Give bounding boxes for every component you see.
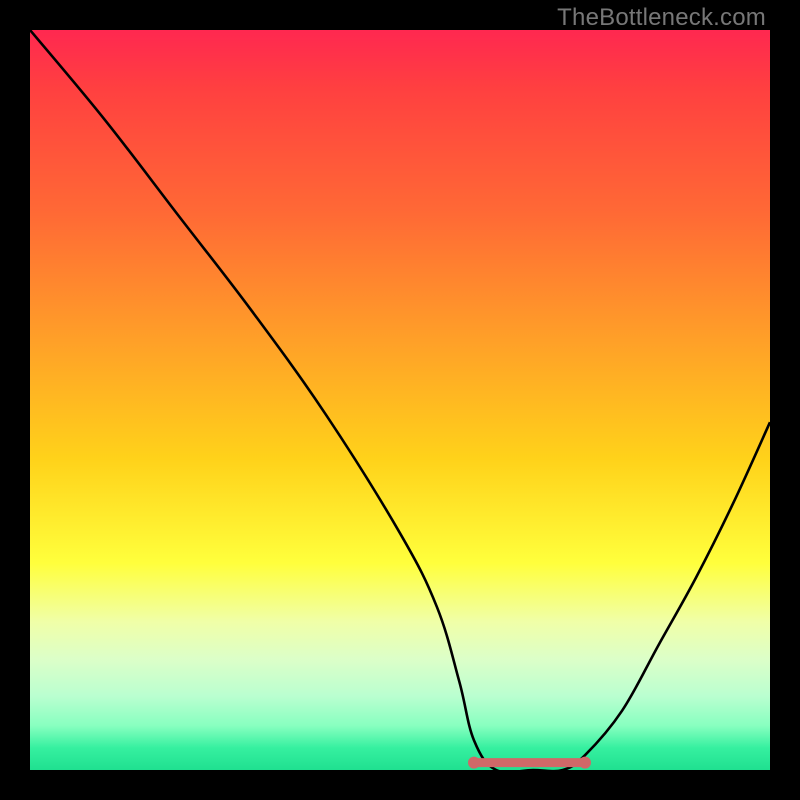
- optimal-range-endpoint: [468, 757, 480, 769]
- optimal-range-markers: [468, 757, 591, 769]
- bottleneck-curve-svg: [30, 30, 770, 770]
- watermark-label: TheBottleneck.com: [557, 4, 766, 32]
- bottleneck-curve-path: [30, 30, 770, 770]
- optimal-range-endpoint: [579, 757, 591, 769]
